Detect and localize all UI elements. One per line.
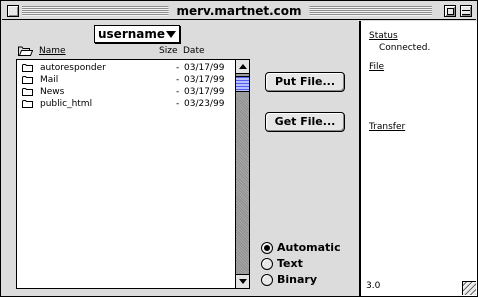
file-size: - [176, 63, 180, 73]
column-header-name[interactable]: Name [39, 45, 66, 57]
directory-popup-label: username [98, 27, 166, 41]
column-header-size[interactable]: Size [159, 45, 177, 57]
file-list-scrollbar[interactable] [235, 59, 250, 289]
scroll-thumb[interactable] [236, 76, 249, 92]
windowshade-box-icon[interactable] [460, 5, 472, 17]
window-title: merv.martnet.com [168, 3, 310, 19]
zoom-box-icon[interactable] [444, 5, 456, 17]
folder-open-icon [18, 46, 33, 56]
list-item[interactable]: autoresponder - 03/17/99 [21, 62, 235, 74]
file-date: 03/17/99 [184, 75, 225, 85]
file-list[interactable]: autoresponder - 03/17/99 Mail - 03/17/99… [16, 59, 250, 289]
file-date: 03/17/99 [184, 87, 225, 97]
scroll-down-arrow-icon[interactable] [236, 274, 249, 288]
browser-panel: username Name Size Date autoresponder - … [2, 21, 358, 296]
status-panel: Status Connected. File Transfer 3.0 [359, 21, 477, 296]
ftp-window: merv.martnet.com username Name Size Date… [0, 0, 478, 297]
list-item[interactable]: Mail - 03/17/99 [21, 74, 235, 86]
file-size: - [176, 87, 180, 97]
status-value: Connected. [379, 43, 431, 53]
file-name: public_html [40, 99, 93, 109]
transfer-mode-binary-radio[interactable]: Binary [261, 273, 353, 287]
get-file-button[interactable]: Get File... [265, 112, 345, 132]
scroll-up-arrow-icon[interactable] [236, 60, 249, 74]
file-date: 03/23/99 [184, 99, 225, 109]
version-label: 3.0 [366, 281, 381, 291]
file-name: News [40, 87, 65, 97]
triangle-down-icon [166, 31, 176, 38]
file-name: autoresponder [40, 63, 106, 73]
put-file-button[interactable]: Put File... [265, 72, 345, 92]
list-item[interactable]: News - 03/17/99 [21, 86, 235, 98]
resize-grip-icon[interactable] [462, 281, 476, 295]
radio-unselected-icon [261, 258, 273, 270]
title-bar[interactable]: merv.martnet.com [2, 2, 476, 20]
radio-selected-icon [261, 242, 273, 254]
radio-unselected-icon [261, 274, 273, 286]
radio-label: Automatic [277, 241, 341, 254]
file-size: - [176, 99, 180, 109]
list-item[interactable]: public_html - 03/23/99 [21, 98, 235, 110]
file-name: Mail [40, 75, 59, 85]
transfer-mode-text-radio[interactable]: Text [261, 257, 353, 271]
folder-icon [22, 88, 33, 96]
radio-label: Binary [277, 273, 318, 286]
directory-popup[interactable]: username [94, 25, 180, 43]
transfer-label: Transfer [369, 122, 406, 132]
status-label: Status [369, 31, 398, 41]
close-box-icon[interactable] [7, 5, 19, 17]
file-size: - [176, 75, 180, 85]
file-label: File [369, 62, 385, 72]
folder-icon [22, 100, 33, 108]
radio-label: Text [277, 257, 303, 270]
folder-icon [22, 76, 33, 84]
column-header-date[interactable]: Date [183, 45, 205, 57]
transfer-mode-automatic-radio[interactable]: Automatic [261, 241, 353, 255]
file-date: 03/17/99 [184, 63, 225, 73]
folder-icon [22, 64, 33, 72]
